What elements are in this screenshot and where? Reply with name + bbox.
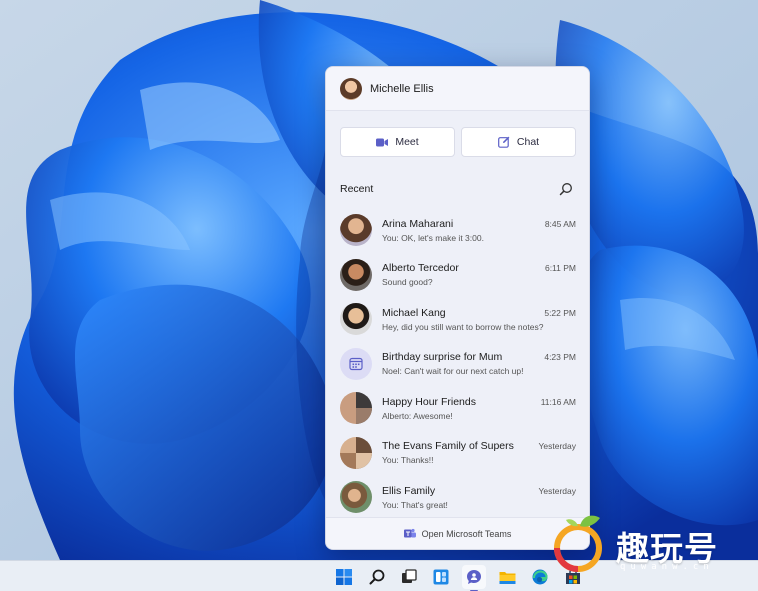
conversation-time: 6:11 PM <box>544 263 576 274</box>
widgets-icon[interactable] <box>429 565 453 589</box>
watermark-subtext: quwanw.cn <box>620 562 714 572</box>
meet-button[interactable]: Meet <box>340 127 455 157</box>
avatar <box>340 258 372 291</box>
conversation-item[interactable]: Arina Maharani 8:45 AM You: OK, let's ma… <box>326 208 589 253</box>
conversation-name: The Evans Family of Supers <box>382 440 514 453</box>
watermark-logo <box>554 515 602 572</box>
flyout-header: Michelle Ellis <box>326 67 589 111</box>
group-avatar <box>340 436 372 469</box>
chat-flyout: Michelle Ellis Meet Chat Recent Arina Ma… <box>325 66 590 550</box>
conversation-item[interactable]: Alberto Tercedor 6:11 PM Sound good? <box>326 253 589 298</box>
conversation-item[interactable]: The Evans Family of Supers Yesterday You… <box>326 431 589 476</box>
group-avatar <box>340 392 372 425</box>
user-avatar[interactable] <box>340 77 362 100</box>
conversation-list: Arina Maharani 8:45 AM You: OK, let's ma… <box>326 208 589 520</box>
task-view-icon[interactable] <box>397 565 421 589</box>
windows-start-icon[interactable] <box>332 565 356 589</box>
search-icon[interactable] <box>365 565 389 589</box>
avatar <box>340 303 372 336</box>
conversation-name: Happy Hour Friends <box>382 395 476 408</box>
conversation-time: 8:45 AM <box>544 218 576 229</box>
calendar-icon <box>349 357 363 370</box>
recent-title: Recent <box>340 182 374 195</box>
conversation-preview: You: That's great! <box>382 499 448 510</box>
conversation-preview: You: Thanks!! <box>382 455 434 466</box>
chat-label: Chat <box>516 136 540 148</box>
search-icon[interactable] <box>559 182 573 196</box>
conversation-time: Yesterday <box>538 485 577 496</box>
teams-chat-icon[interactable] <box>462 565 486 591</box>
conversation-preview: Hey, did you still want to borrow the no… <box>382 321 544 332</box>
conversation-name: Birthday surprise for Mum <box>382 351 503 364</box>
teams-icon <box>403 528 416 538</box>
conversation-time: Yesterday <box>538 441 577 452</box>
user-name: Michelle Ellis <box>370 82 434 95</box>
conversation-item[interactable]: Happy Hour Friends 11:16 AM Alberto: Awe… <box>326 386 589 431</box>
video-camera-icon <box>376 138 389 146</box>
conversation-preview: You: OK, let's make it 3:00. <box>382 232 484 243</box>
conversation-name: Michael Kang <box>382 306 446 319</box>
chat-button[interactable]: Chat <box>461 127 576 157</box>
avatar <box>340 214 372 247</box>
conversation-name: Ellis Family <box>382 484 436 497</box>
action-buttons: Meet Chat <box>326 111 589 157</box>
conversation-preview: Noel: Can't wait for our next catch up! <box>382 366 524 377</box>
conversation-time: 11:16 AM <box>540 396 576 407</box>
file-explorer-icon[interactable] <box>495 565 519 589</box>
conversation-item[interactable]: Birthday surprise for Mum 4:23 PM Noel: … <box>326 342 589 387</box>
conversation-preview: Sound good? <box>382 277 433 288</box>
conversation-time: 5:22 PM <box>544 307 576 318</box>
avatar <box>340 481 372 514</box>
conversation-time: 4:23 PM <box>544 352 576 363</box>
compose-icon <box>498 136 510 148</box>
conversation-item[interactable]: Michael Kang 5:22 PM Hey, did you still … <box>326 297 589 342</box>
conversation-name: Alberto Tercedor <box>382 262 459 275</box>
conversation-name: Arina Maharani <box>382 217 454 230</box>
avatar <box>340 347 372 380</box>
recent-header: Recent <box>326 157 589 200</box>
open-teams-label: Open Microsoft Teams <box>421 528 512 539</box>
watermark: 趣玩号 quwanw.cn <box>548 510 758 580</box>
conversation-preview: Alberto: Awesome! <box>382 410 453 421</box>
meet-label: Meet <box>395 136 419 148</box>
